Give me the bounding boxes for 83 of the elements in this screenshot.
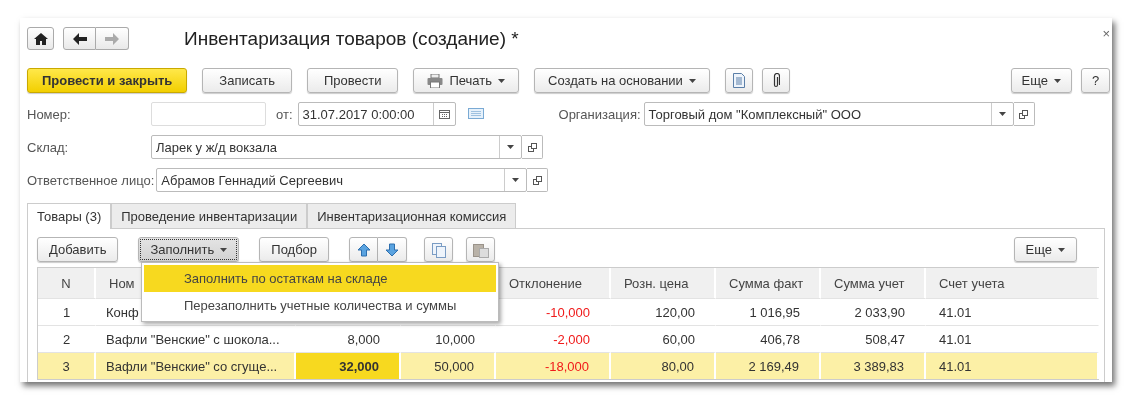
date-field[interactable]: 31.07.2017 0:00:00 — [297, 102, 456, 126]
caret-icon — [512, 178, 520, 182]
caret-icon — [507, 145, 514, 149]
caret-icon — [220, 247, 228, 252]
column-header[interactable]: N — [38, 268, 96, 298]
column-header[interactable]: Сумма факт — [716, 268, 821, 298]
column-header[interactable]: Розн. цена — [611, 268, 716, 298]
table-toolbar-button[interactable]: Добавить — [37, 237, 119, 262]
dropdown-button[interactable]: Еще — [1010, 68, 1072, 93]
dropdown-button[interactable]: Создать на основании — [534, 68, 710, 93]
caret-icon — [1054, 78, 1061, 83]
table-cell: 41.01 — [926, 352, 1099, 379]
table-cell: Вафли "Венские" со сгуще... — [96, 352, 296, 379]
tab[interactable]: Проведение инвентаризации — [111, 203, 308, 228]
down-arrow-icon — [385, 242, 400, 257]
open-button[interactable] — [522, 135, 543, 159]
column-header[interactable]: Отклонение — [496, 268, 611, 298]
back-button[interactable] — [63, 27, 96, 50]
caret-icon — [688, 78, 696, 83]
copy-icon — [430, 241, 447, 258]
window-title: Инвентаризация товаров (создание) * — [184, 27, 519, 50]
comment-icon — [467, 108, 484, 120]
table-cell: 2 033,90 — [821, 298, 926, 325]
table-cell: 3 — [38, 352, 96, 379]
right-arrow-icon — [105, 32, 119, 45]
printer-icon — [427, 73, 444, 88]
tab[interactable]: Инвентаризационная комиссия — [307, 203, 517, 228]
close-button[interactable]: × — [1102, 26, 1110, 41]
up-arrow-icon — [356, 242, 371, 257]
table-cell: -18,000 — [496, 352, 611, 379]
dropdown-button[interactable]: Еще — [1013, 237, 1077, 262]
paste-button[interactable] — [466, 237, 496, 262]
table-cell: 32,000 — [296, 352, 401, 379]
clipboard-icon — [472, 241, 489, 258]
field-label: Номер: — [27, 106, 72, 122]
field-label: Склад: — [27, 139, 70, 155]
open-button[interactable] — [527, 168, 549, 192]
warehouse-field[interactable]: Ларек у ж/д вокзала — [151, 135, 522, 159]
table-cell: 2 169,49 — [716, 352, 821, 379]
calendar-icon — [438, 109, 450, 119]
document-button[interactable] — [724, 68, 753, 93]
home-button[interactable] — [27, 27, 54, 50]
table-cell: 80,00 — [611, 352, 716, 379]
open-icon — [527, 142, 537, 152]
number-field[interactable] — [151, 102, 266, 126]
home-icon — [33, 32, 48, 45]
copy-button[interactable] — [424, 237, 454, 262]
field-label: от: — [276, 106, 293, 122]
table-cell: 3 389,83 — [821, 352, 926, 379]
post-and-close-button[interactable]: Провести и закрыть — [27, 68, 188, 93]
field-label: Организация: — [558, 106, 641, 122]
table-cell: 50,000 — [401, 352, 496, 379]
responsible-field[interactable]: Абрамов Геннадий Сергеевич — [156, 168, 528, 192]
print-button[interactable]: Печать — [413, 68, 519, 93]
menu-item[interactable]: Перезаполнить учетные количества и суммы — [144, 292, 496, 319]
table-cell: 41.01 — [926, 298, 1099, 325]
down-button[interactable] — [378, 237, 408, 262]
left-arrow-icon — [72, 32, 87, 45]
table-cell: 120,00 — [611, 298, 716, 325]
toolbar-button[interactable]: Провести — [306, 68, 399, 93]
caret-icon — [498, 78, 505, 83]
toolbar-button[interactable]: Записать — [202, 68, 292, 93]
up-button[interactable] — [349, 237, 379, 262]
organization-field[interactable]: Торговый дом "Комплексный" ООО — [643, 102, 1014, 126]
open-button[interactable] — [1013, 102, 1035, 126]
table-cell: 1 016,95 — [716, 298, 821, 325]
paperclip-icon — [771, 72, 780, 89]
column-header[interactable]: Сумма учет — [821, 268, 926, 298]
table-cell: 1 — [38, 298, 96, 325]
document-icon — [732, 73, 745, 88]
dropdown-button[interactable]: Заполнить — [138, 237, 240, 262]
open-icon — [1019, 109, 1029, 119]
toolbar-button[interactable]: ? — [1081, 68, 1110, 93]
caret-icon — [1058, 247, 1065, 252]
table-toolbar-button[interactable]: Подбор — [259, 237, 330, 262]
table-cell: -10,000 — [496, 298, 611, 325]
menu-item[interactable]: Заполнить по остаткам на складе — [144, 265, 496, 292]
field-label: Ответственное лицо: — [27, 172, 156, 188]
caret-icon — [998, 112, 1006, 116]
open-icon — [532, 175, 542, 185]
column-header[interactable]: Счет учета — [926, 268, 1099, 298]
attachment-button[interactable] — [761, 68, 790, 93]
tab[interactable]: Товары (3) — [27, 203, 112, 229]
